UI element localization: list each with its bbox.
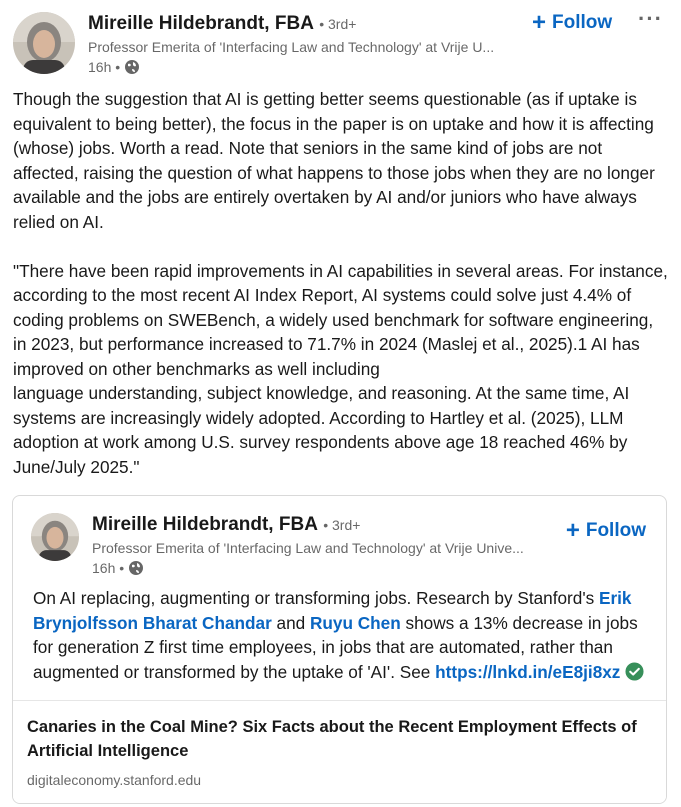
author-avatar[interactable]: [13, 12, 75, 74]
mention-link[interactable]: Ruyu Chen: [310, 613, 401, 633]
post-header: Mireille Hildebrandt, FBA • 3rd+ Profess…: [13, 8, 668, 76]
author-name-line: Mireille Hildebrandt, FBA • 3rd+: [88, 13, 528, 35]
globe-icon: [129, 561, 144, 575]
author-name[interactable]: Mireille Hildebrandt, FBA: [88, 13, 314, 34]
shared-url-link[interactable]: https://lnkd.in/eE8ji8xz: [435, 662, 620, 682]
shared-follow-button[interactable]: + Follow: [565, 517, 646, 544]
author-info: Mireille Hildebrandt, FBA • 3rd+ Profess…: [88, 13, 528, 76]
shared-post-time: 16h •: [92, 560, 125, 576]
follow-button[interactable]: + Follow: [532, 9, 613, 36]
shared-post-meta: 16h •: [92, 559, 562, 577]
shared-author-headline: Professor Emerita of 'Interfacing Law an…: [92, 540, 524, 556]
more-options-icon[interactable]: ···: [638, 8, 662, 36]
author-headline: Professor Emerita of 'Interfacing Law an…: [88, 39, 495, 55]
shared-author-name-line: Mireille Hildebrandt, FBA • 3rd+: [92, 514, 562, 536]
shared-text-segment: and: [271, 612, 310, 633]
shared-author-info: Mireille Hildebrandt, FBA • 3rd+ Profess…: [92, 514, 562, 577]
plus-icon: +: [532, 9, 547, 36]
shared-post-card[interactable]: Mireille Hildebrandt, FBA • 3rd+ Profess…: [12, 495, 667, 804]
post-paragraph: Though the suggestion that AI is getting…: [13, 89, 655, 232]
post-time: 16h •: [88, 59, 121, 75]
shared-post-text: On AI replacing, augmenting or transform…: [33, 586, 653, 684]
shared-post-header: Mireille Hildebrandt, FBA • 3rd+ Profess…: [31, 513, 650, 576]
shared-connection-degree: • 3rd+: [323, 517, 361, 533]
article-preview[interactable]: Canaries in the Coal Mine? Six Facts abo…: [13, 700, 666, 803]
verified-check-icon: [625, 661, 644, 681]
post-paragraph: "There have been rapid improvements in A…: [13, 260, 668, 379]
post-body: Though the suggestion that AI is getting…: [13, 87, 669, 479]
shared-author-avatar[interactable]: [31, 513, 79, 561]
post-meta: 16h •: [88, 58, 528, 76]
article-title[interactable]: Canaries in the Coal Mine? Six Facts abo…: [27, 715, 652, 763]
plus-icon: +: [565, 517, 580, 544]
shared-author-name[interactable]: Mireille Hildebrandt, FBA: [92, 514, 318, 535]
article-source: digitaleconomy.stanford.edu: [27, 772, 202, 788]
shared-text-segment: On AI replacing, augmenting or transform…: [33, 588, 599, 608]
follow-label: Follow: [552, 12, 613, 33]
post-paragraph: language understanding, subject knowledg…: [13, 383, 630, 477]
connection-degree: • 3rd+: [319, 16, 357, 32]
shared-follow-label: Follow: [585, 520, 646, 541]
globe-icon: [125, 60, 140, 74]
